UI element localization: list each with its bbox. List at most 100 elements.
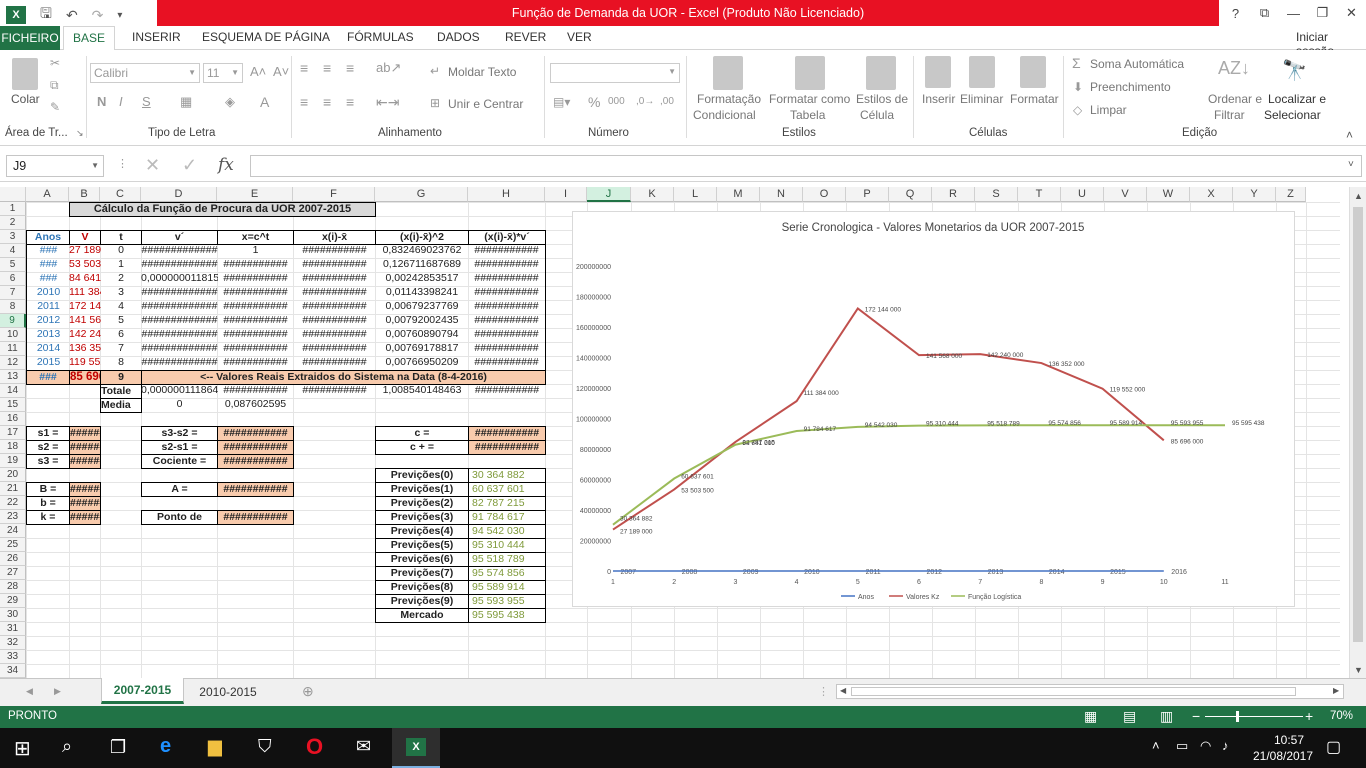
page-layout-icon[interactable]: ▤ <box>1123 708 1136 725</box>
sheet-tab-2010-2015[interactable]: 2010-2015 <box>188 682 268 702</box>
xi2-cell[interactable]: 0,00766950209 <box>375 356 469 371</box>
row-header-32[interactable]: 32 <box>0 636 26 650</box>
battery-icon[interactable]: ▭ <box>1176 738 1188 754</box>
v-cell[interactable]: 84 641 000 <box>69 272 101 287</box>
t-cell[interactable]: 7 <box>100 342 142 357</box>
v-cell[interactable]: 111 384 000 <box>69 286 101 301</box>
header-anos[interactable]: Anos <box>26 230 70 245</box>
restore-button[interactable]: ❐ <box>1308 5 1337 21</box>
row-header-25[interactable]: 25 <box>0 538 26 552</box>
previsao-label[interactable]: Previções(6) <box>375 552 469 567</box>
wrap-text-button[interactable]: Moldar Texto <box>448 65 516 79</box>
scroll-left-icon[interactable]: ◀ <box>840 686 846 695</box>
param-value[interactable]: ########### <box>69 496 101 511</box>
notifications-icon[interactable]: ▢ <box>1326 737 1341 757</box>
select-all-corner[interactable] <box>0 187 26 202</box>
cplus-value[interactable]: ########### <box>468 440 546 455</box>
vp-cell[interactable]: 0,000000011815 <box>141 272 218 287</box>
anos-cell[interactable]: ### <box>26 272 70 287</box>
anos-cell[interactable]: 2015 <box>26 356 70 371</box>
vp-cell[interactable]: ############# <box>141 328 218 343</box>
row-header-9[interactable]: 9 <box>0 314 26 328</box>
c-label[interactable]: c = <box>375 426 469 441</box>
format-cells-button[interactable]: Formatar <box>1010 92 1059 106</box>
previsao-value[interactable]: 95 518 789 <box>468 552 546 567</box>
t-cell[interactable]: 6 <box>100 328 142 343</box>
font-size-select[interactable]: 11 ▼ <box>203 63 243 83</box>
page-break-icon[interactable]: ▥ <box>1160 708 1173 725</box>
tab-base[interactable]: BASE <box>63 26 115 51</box>
param-value[interactable]: ########### <box>69 426 101 441</box>
row-header-3[interactable]: 3 <box>0 230 26 244</box>
row-header-21[interactable]: 21 <box>0 482 26 496</box>
file-explorer-icon[interactable]: ▆ <box>208 736 222 757</box>
column-header-H[interactable]: H <box>468 187 545 202</box>
v-cell[interactable]: 172 144 000 <box>69 300 101 315</box>
param-label[interactable]: k = <box>26 510 70 525</box>
xi-cell[interactable]: ########### <box>293 314 376 329</box>
row-header-16[interactable]: 16 <box>0 412 26 426</box>
row-header-18[interactable]: 18 <box>0 440 26 454</box>
anos-cell[interactable]: 2014 <box>26 342 70 357</box>
x-cell[interactable]: ########### <box>217 356 294 371</box>
row-header-7[interactable]: 7 <box>0 286 26 300</box>
fill-color-icon[interactable]: ◈ <box>225 94 235 110</box>
previsao-label[interactable]: Previções(8) <box>375 580 469 595</box>
previsao-label[interactable]: Previções(5) <box>375 538 469 553</box>
x-cell[interactable]: ########### <box>217 272 294 287</box>
italic-icon[interactable]: I <box>119 94 123 109</box>
xi-cell[interactable]: ########### <box>293 244 376 259</box>
tab-inserir[interactable]: INSERIR <box>132 30 181 44</box>
enter-icon[interactable]: ✓ <box>182 155 197 176</box>
xi-cell[interactable]: ########### <box>293 258 376 273</box>
vertical-scroll-thumb[interactable] <box>1353 207 1363 642</box>
column-header-G[interactable]: G <box>375 187 468 202</box>
grow-font-icon[interactable]: A˄ <box>250 64 266 79</box>
xi-cell[interactable]: ########### <box>293 300 376 315</box>
v-cell[interactable]: 53 503 500 <box>69 258 101 273</box>
clock-time[interactable]: 10:57 <box>1264 733 1314 747</box>
previsao-value[interactable]: 95 574 856 <box>468 566 546 581</box>
xi2-cell[interactable]: 0,00679237769 <box>375 300 469 315</box>
tab-ficheiro[interactable]: FICHEIRO <box>0 26 60 50</box>
anos-cell[interactable]: 2012 <box>26 314 70 329</box>
align-middle-icon[interactable]: ≡ <box>323 60 331 76</box>
xiv-cell[interactable]: ########### <box>468 356 546 371</box>
ribbon-display-button[interactable]: ⧉ <box>1250 5 1279 21</box>
zoom-in-icon[interactable]: + <box>1305 708 1313 724</box>
zoom-out-icon[interactable]: − <box>1192 708 1200 724</box>
column-header-T[interactable]: T <box>1018 187 1061 202</box>
xiv-cell[interactable]: ########### <box>468 272 546 287</box>
column-header-W[interactable]: W <box>1147 187 1190 202</box>
scroll-up-icon[interactable]: ▲ <box>1354 191 1363 201</box>
font-color-icon[interactable]: A <box>260 94 269 110</box>
totale-xi[interactable]: ########### <box>293 384 376 399</box>
previsao-value[interactable]: 95 310 444 <box>468 538 546 553</box>
previsao-label[interactable]: Previções(9) <box>375 594 469 609</box>
scroll-down-icon[interactable]: ▼ <box>1354 665 1363 675</box>
show-hidden-icons-icon[interactable]: ˄ <box>1152 738 1160 753</box>
row-header-31[interactable]: 31 <box>0 622 26 636</box>
bold-icon[interactable]: N <box>97 94 106 109</box>
param-value[interactable]: ########### <box>69 482 101 497</box>
number-format-select[interactable]: ▼ <box>550 63 680 83</box>
row-header-27[interactable]: 27 <box>0 566 26 580</box>
column-header-Q[interactable]: Q <box>889 187 932 202</box>
next-sheet-icon[interactable]: ▶ <box>54 686 61 697</box>
column-header-S[interactable]: S <box>975 187 1018 202</box>
column-header-A[interactable]: A <box>26 187 69 202</box>
param-label[interactable]: s2 = <box>26 440 70 455</box>
task-view-icon[interactable]: ❐ <box>110 737 126 758</box>
anos-cell[interactable]: 2010 <box>26 286 70 301</box>
ponto-label[interactable]: Ponto de <box>141 510 218 525</box>
xi2-cell[interactable]: 0,126711687689 <box>375 258 469 273</box>
column-header-B[interactable]: B <box>69 187 100 202</box>
horizontal-scrollbar[interactable]: ◀ ▶ <box>836 684 1344 699</box>
undo-icon[interactable]: ↶ <box>66 7 78 24</box>
media-label[interactable]: Media <box>100 398 142 413</box>
xi2-cell[interactable]: 0,00792002435 <box>375 314 469 329</box>
line-chart[interactable]: Serie Cronologica - Valores Monetarios d… <box>572 211 1295 607</box>
previsao-value[interactable]: 60 637 601 <box>468 482 546 497</box>
fill-button[interactable]: Preenchimento <box>1090 80 1171 94</box>
row-header-20[interactable]: 20 <box>0 468 26 482</box>
